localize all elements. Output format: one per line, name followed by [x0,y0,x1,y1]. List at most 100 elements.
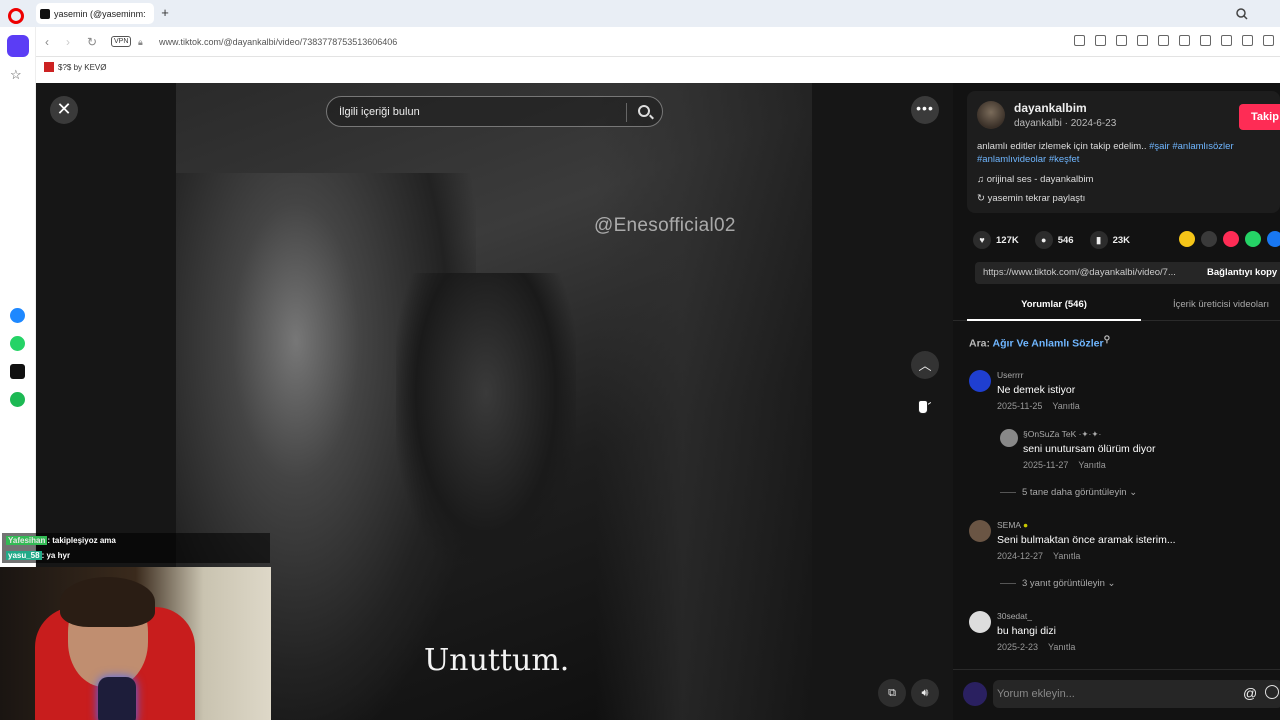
chat-message: : ya hyr [41,551,71,560]
reply-button[interactable]: Yanıtla [1053,551,1080,561]
author-card: dayankalbim dayankalbi · 2024-6-23 Takip… [967,91,1280,213]
hashtag-links-2[interactable]: #anlamlıvideolar #keşfet [977,154,1079,165]
comment-username[interactable]: SEMA ● [997,520,1028,530]
video-link[interactable]: https://www.tiktok.com/@dayankalbi/video… [983,267,1176,278]
back-icon[interactable]: ‹ [45,35,49,49]
heart-icon[interactable]: ♥ [973,231,991,249]
list-icon[interactable] [1221,35,1232,46]
comment-avatar[interactable] [969,520,991,542]
reply-avatar[interactable] [1000,429,1018,447]
floating-player-icon[interactable]: ⧉ [878,679,906,707]
comment-avatar[interactable] [969,611,991,633]
lock-icon: 🔒︎ [138,37,143,47]
search-suggestion-keyword[interactable]: Ağır Ve Anlamlı Sözler [993,338,1104,350]
reply-username[interactable]: §OnSuZa TeK ·✦·✦· [1023,429,1101,440]
save-count: 23K [1112,234,1131,246]
related-search-input[interactable] [337,104,617,120]
bookmark-favicon-icon [44,62,54,72]
repost-text: yasemin tekrar paylaştı [987,193,1086,204]
comment-meta: 2025-2-23 Yanıtla [997,642,1075,652]
more-options-button[interactable]: ••• [911,96,939,124]
embed-icon[interactable] [1201,231,1217,247]
shield-icon[interactable] [1116,35,1127,46]
author-name[interactable]: dayankalbim [1014,101,1087,115]
mouse-cursor-icon [918,400,928,414]
opera-logo-icon[interactable] [8,8,24,24]
heart-icon[interactable] [1179,35,1190,46]
share-icons [1179,231,1280,247]
coin-share-icon[interactable] [1179,231,1195,247]
search-icon[interactable] [638,105,650,117]
music-link[interactable]: ♫ orijinal ses - dayankalbim [977,174,1093,185]
bookmark-item[interactable]: $?$ by KEVØ [44,62,106,72]
forward-icon[interactable]: › [66,35,70,49]
comment-meta: 2025-11-25 Yanıtla [997,401,1080,411]
messenger-icon[interactable] [10,308,25,323]
close-button[interactable]: ✕ [50,96,78,124]
save-stat[interactable]: ▮ 23K [1089,231,1131,249]
download-icon[interactable] [1200,35,1211,46]
hashtag-links[interactable]: #şair #anlamlısözler [1149,141,1233,152]
view-more-replies[interactable]: 5 tane daha görüntüleyin ⌄ [1000,487,1137,498]
bookmark-icon[interactable]: ▮ [1089,231,1108,249]
play-icon[interactable] [1158,35,1169,46]
comment-icon[interactable]: ● [1034,231,1053,249]
x-icon[interactable] [10,364,25,379]
tab-creator-videos[interactable]: İçerik üreticisi videoları [1173,293,1269,321]
reply-button[interactable]: Yanıtla [1078,460,1105,470]
facebook-share-icon[interactable] [1267,231,1280,247]
comment-input[interactable] [993,680,1280,708]
copy-link-button[interactable]: Bağlantıyı kopy [1207,267,1277,278]
search-suggestion[interactable]: Ara: Ağır Ve Anlamlı Sözler⚲ [969,334,1110,350]
address-bar: ‹ › ↻ VPN 🔒︎ www.tiktok.com/@dayankalbi/… [0,27,1280,57]
comments-panel: dayankalbim dayankalbi · 2024-6-23 Takip… [953,83,1280,720]
repost-info: ↻ yasemin tekrar paylaştı [977,193,1085,204]
search-suggestion-prefix: Ara: [969,337,991,350]
related-search-box[interactable] [326,96,663,127]
reload-icon[interactable]: ↻ [87,35,97,49]
send-icon[interactable] [1223,231,1239,247]
browser-tab[interactable]: yasemin (@yaseminm: [36,3,154,24]
spotify-icon[interactable] [10,392,25,407]
volume-icon[interactable]: 🔊︎ [911,679,939,707]
comment-date: 2024-12-27 [997,551,1044,561]
streamer-webcam [0,567,271,720]
reply-button[interactable]: Yanıtla [1052,401,1079,411]
new-tab-button[interactable]: + [158,6,172,20]
video-subtitle: Unuttum. [424,643,570,678]
profile-icon[interactable] [1242,35,1253,46]
view-more-label: 3 yanıt görüntüleyin [1022,578,1105,589]
camera-icon[interactable] [1095,35,1106,46]
tab-search-icon[interactable] [1236,7,1248,20]
author-avatar[interactable] [977,101,1005,129]
extension-icon[interactable] [1137,35,1148,46]
video-frame[interactable]: @Enesofficial02 Unuttum. [176,83,812,720]
edit-icon[interactable] [1074,35,1085,46]
view-more-replies[interactable]: 3 yanıt görüntüleyin ⌄ [1000,578,1116,589]
home-icon[interactable] [7,35,29,57]
chat-message: : takipleşiyoz ama [47,536,116,545]
verified-dot-icon: ● [1023,520,1029,530]
video-background-swing [596,83,812,720]
url-field[interactable]: www.tiktok.com/@dayankalbi/video/7383778… [159,37,397,47]
whatsapp-icon[interactable] [10,336,25,351]
tab-comments[interactable]: Yorumlar (546) [967,293,1141,321]
panel-tabs: Yorumlar (546) İçerik üreticisi videolar… [953,293,1280,321]
like-stat[interactable]: ♥ 127K [973,231,1019,249]
comment-text: Seni bulmaktan önce aramak isterim... [997,534,1176,546]
comment-avatar[interactable] [969,370,991,392]
follow-button[interactable]: Takip [1239,104,1280,130]
star-icon[interactable]: ☆ [10,67,22,83]
music-note-icon: ♫ [977,174,987,185]
emoji-icon[interactable] [1265,685,1279,699]
comment-username[interactable]: 30sedat_ [997,611,1032,621]
whatsapp-share-icon[interactable] [1245,231,1261,247]
settings-icon[interactable] [1263,35,1274,46]
comment-stat[interactable]: ● 546 [1034,231,1074,249]
mention-icon[interactable]: @ [1243,685,1257,701]
vpn-badge[interactable]: VPN [111,36,132,47]
view-more-label: 5 tane daha görüntüleyin [1022,487,1127,498]
comment-username[interactable]: Userrrr [997,370,1023,380]
reply-button[interactable]: Yanıtla [1048,642,1075,652]
previous-video-button[interactable]: ︿ [911,351,939,379]
